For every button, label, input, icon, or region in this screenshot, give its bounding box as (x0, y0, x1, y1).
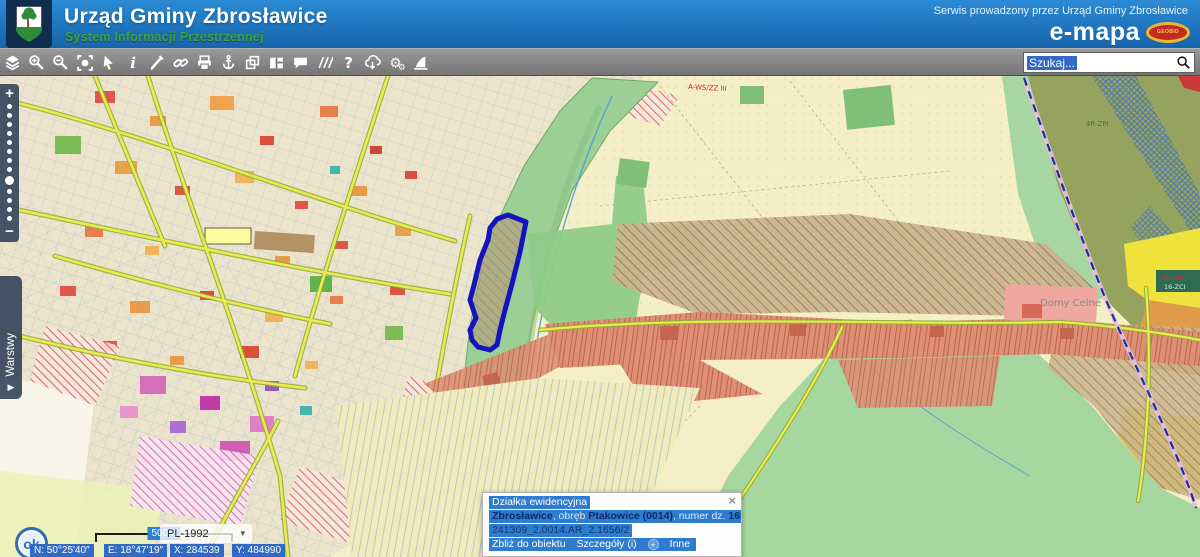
layers-tab-label: Warstwy (5, 333, 17, 377)
coordinate-x: X: 284539 (170, 544, 224, 557)
emapa-wordmark: e-mapa (1049, 18, 1140, 47)
service-note: Serwis prowadzony przez Urząd Gminy Zbro… (934, 5, 1188, 17)
page-subtitle: System Informacji Przestrzennej (65, 30, 264, 44)
plus-icon[interactable]: + (648, 539, 659, 550)
crs-select[interactable]: PL-1992 ▾ (160, 524, 252, 543)
link-icon (172, 54, 189, 71)
coordinate-e: E: 18°47'19″ (104, 544, 167, 557)
other-link[interactable]: Inne (670, 538, 690, 551)
zoom-to-object-link[interactable]: Zbliż do obiektu (492, 538, 566, 551)
panels-icon (268, 54, 285, 71)
tool-cloud-download-button[interactable] (364, 51, 381, 73)
zoom-level-dot[interactable] (7, 189, 12, 194)
print-icon (196, 54, 213, 71)
map-label: 49-UPI (1162, 274, 1183, 282)
info-icon: i (124, 54, 141, 71)
geobid-badge: GEOBID (1146, 22, 1190, 43)
search-input[interactable]: Szukaj... (1023, 52, 1195, 73)
zoom-level-dot[interactable] (7, 216, 12, 221)
tool-draw-button[interactable] (148, 51, 165, 73)
zoom-level-dot[interactable] (7, 122, 12, 127)
zoom-extent-icon (76, 54, 93, 71)
crest-shield-icon (14, 4, 44, 44)
zoom-out-button[interactable]: − (5, 225, 14, 238)
search-icon[interactable] (1176, 55, 1191, 75)
zoom-level-dot[interactable] (7, 140, 12, 145)
sail-icon (412, 54, 429, 71)
zoom-level-dot[interactable] (7, 104, 12, 109)
tool-help-button[interactable]: ? (340, 51, 357, 73)
chevron-right-icon: ▶ (8, 383, 15, 392)
tool-print-button[interactable] (196, 51, 213, 73)
layers-panel-tab[interactable]: Warstwy ▶ (0, 276, 22, 399)
svg-text:?: ? (344, 54, 353, 71)
zoom-level-dot[interactable] (7, 149, 12, 154)
map-label: Domy Celne (1040, 298, 1101, 309)
svg-text:⚙: ⚙ (398, 62, 405, 70)
tool-windows-button[interactable] (244, 51, 261, 73)
zoom-level-dot[interactable] (7, 198, 12, 203)
zoom-level-current-dot[interactable] (5, 176, 14, 185)
slashes-icon (316, 54, 333, 71)
details-link[interactable]: Szczegóły (i) (577, 538, 637, 551)
tool-zoom-out-button[interactable] (52, 51, 69, 73)
header-bar: Urząd Gminy Zbrosławice System Informacj… (0, 0, 1200, 48)
zoom-level-dot[interactable] (7, 158, 12, 163)
layers-icon (4, 54, 21, 71)
popup-title: Działka ewidencyjna (489, 496, 590, 509)
tool-layers-button[interactable] (4, 51, 21, 73)
zoom-level-dot[interactable] (7, 131, 12, 136)
zoom-in-icon (28, 54, 45, 71)
parcel-info-popup: × Działka ewidencyjna Zbrosławice, obręb… (482, 492, 742, 557)
zoom-out-icon (52, 54, 69, 71)
map-canvas[interactable]: A-WS/ZZ III Domy Celne 4R-ZPI 49-UPI 16-… (0, 76, 1200, 557)
page-title: Urząd Gminy Zbrosławice (64, 5, 328, 29)
help-icon: ? (340, 54, 357, 71)
pen-icon (148, 54, 165, 71)
callout-icon (292, 54, 309, 71)
popup-actions: Zbliż do obiektu Szczegóły (i) + Inne (489, 538, 696, 551)
tool-link-button[interactable] (172, 51, 189, 73)
anchor-icon (220, 54, 237, 71)
tool-panels-button[interactable] (268, 51, 285, 73)
gears-icon: ⚙ ⚙ (388, 54, 405, 71)
zoom-in-button[interactable]: + (5, 87, 14, 100)
parcel-id: 241309_2.0014.AR_2.1656/2 (489, 524, 632, 537)
zoom-level-dot[interactable] (7, 113, 12, 118)
search-value: Szukaj... (1027, 56, 1077, 70)
map-label: 16-ZCI (1164, 283, 1186, 291)
tool-anchor-button[interactable] (220, 51, 237, 73)
cloud-download-icon (364, 54, 381, 71)
svg-text:i: i (130, 54, 136, 71)
frames-icon (244, 54, 261, 71)
close-icon[interactable]: × (728, 493, 736, 508)
map-svg: A-WS/ZZ III Domy Celne 4R-ZPI 49-UPI 16-… (0, 76, 1200, 557)
tool-settings-button[interactable]: ⚙ ⚙ (388, 51, 405, 73)
zoom-slider: + − (0, 84, 19, 242)
coordinate-y: Y: 484990 (232, 544, 285, 557)
zoom-level-dot[interactable] (7, 207, 12, 212)
coordinate-n: N: 50°25'40″ (30, 544, 94, 557)
map-label: 4R-ZPI (1086, 120, 1109, 128)
tool-pointer-button[interactable] (100, 51, 117, 73)
tool-zoom-in-button[interactable] (28, 51, 45, 73)
app-window: A-WS/ZZ III Domy Celne 4R-ZPI 49-UPI 16-… (0, 0, 1200, 557)
map-toolbar: i (0, 48, 1200, 76)
pointer-icon (100, 54, 117, 71)
tool-zoom-extent-button[interactable] (76, 51, 93, 73)
tool-sail-button[interactable] (412, 51, 429, 73)
popup-location-line: Zbrosławice, obręb Ptakowice (0014), num… (489, 510, 741, 523)
tool-callout-button[interactable] (292, 51, 309, 73)
tool-info-button[interactable]: i (124, 51, 141, 73)
emapa-logo[interactable]: e-mapa GEOBID (1049, 20, 1190, 44)
zoom-level-dot[interactable] (7, 167, 12, 172)
tool-measure-button[interactable] (316, 51, 333, 73)
chevron-down-icon: ▾ (240, 528, 245, 539)
municipality-crest (6, 0, 52, 48)
